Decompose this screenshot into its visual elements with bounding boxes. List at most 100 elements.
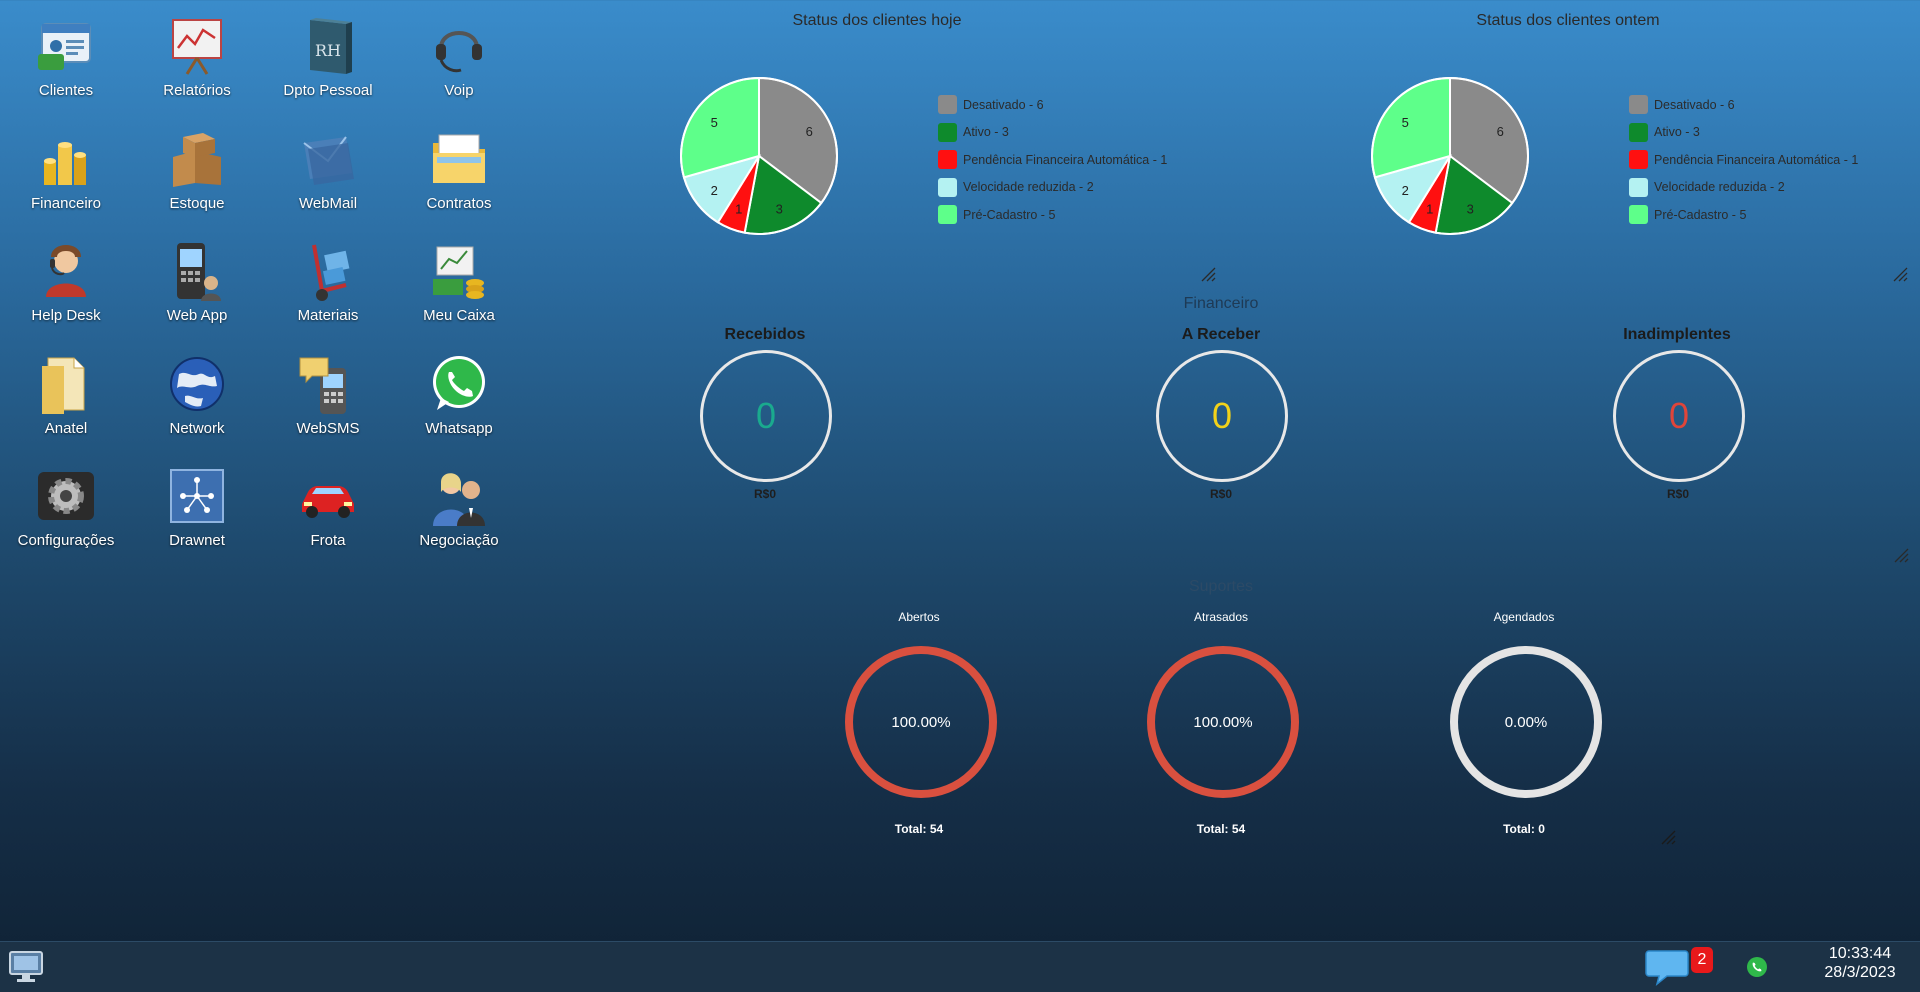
recebidos-circle: 0: [700, 350, 832, 482]
clock-time: 10:33:44: [1828, 945, 1892, 962]
pie-slice-label: 6: [1497, 124, 1504, 139]
helpdesk-person-icon: [46, 245, 86, 297]
pie-slice-label: 6: [806, 124, 813, 139]
legend-item[interactable]: Pendência Financeira Automática - 1: [1629, 146, 1858, 174]
car-icon: [302, 486, 354, 518]
legend-label: Pré-Cadastro - 5: [963, 207, 1056, 222]
desktop-icon-label: WebMail: [298, 194, 358, 212]
legend-item[interactable]: Desativado - 6: [1629, 91, 1858, 119]
pie-slice-label: 5: [1402, 115, 1409, 130]
coins-icon: [44, 141, 86, 185]
legend-item[interactable]: Pendência Financeira Automática - 1: [938, 146, 1167, 174]
status-hoje-title: Status dos clientes hoje: [792, 12, 962, 29]
legend-label: Desativado - 6: [963, 97, 1044, 112]
desktop-icon-estoque[interactable]: Estoque: [132, 127, 262, 227]
mail-icon: [303, 135, 354, 185]
desktop-icon-label: Clientes: [38, 82, 94, 99]
legend-item[interactable]: Desativado - 6: [938, 91, 1167, 119]
desktop-icon-negociacao[interactable]: Negociação: [394, 464, 524, 564]
legend-item[interactable]: Pré-Cadastro - 5: [1629, 201, 1858, 229]
legend-item[interactable]: Ativo - 3: [1629, 119, 1858, 147]
chat-icon[interactable]: [1645, 947, 1689, 987]
legend-label: Pré-Cadastro - 5: [1654, 207, 1747, 222]
desktop-icon-whatsapp[interactable]: Whatsapp: [394, 352, 524, 452]
financeiro-title: Financeiro: [1183, 295, 1259, 312]
resize-handle-icon[interactable]: [1892, 266, 1908, 282]
legend-status-ontem: Desativado - 6 Ativo - 3 Pendência Finance…: [1629, 91, 1858, 229]
resize-handle-icon[interactable]: [1893, 547, 1909, 563]
desktop-icon-label: Drawnet: [169, 532, 225, 549]
legend-label: Velocidade reduzida - 2: [963, 180, 1094, 195]
legend-swatch: [1629, 95, 1648, 115]
desktop-icon-help-desk[interactable]: Help Desk: [1, 239, 131, 339]
desktop-icon-label: Contratos: [426, 194, 492, 212]
legend-label: Ativo - 3: [1654, 125, 1700, 140]
boxes-icon: [173, 132, 221, 187]
desktop-icon-meu-caixa[interactable]: Meu Caixa: [394, 239, 524, 339]
taskbar: 2 10:33:44 28/3/2023: [0, 941, 1920, 992]
folder-icon: [433, 134, 485, 183]
hand-truck-icon: [312, 244, 350, 301]
desktop-icon-contratos[interactable]: Contratos: [394, 127, 524, 227]
document-folder-icon: [42, 357, 85, 414]
desktop-icon-label: Frota: [310, 532, 346, 549]
agendados-percent: 0.00%: [1504, 713, 1548, 731]
people-icon: [433, 473, 485, 526]
desktop-icon-label: Network: [169, 419, 225, 437]
rh-book-icon: RH: [310, 18, 352, 74]
desktop-icon-relatorios[interactable]: Relatórios: [132, 14, 262, 114]
desktop-icon-clientes[interactable]: Clientes: [1, 14, 131, 114]
inadimplentes-value: 0: [1668, 395, 1690, 436]
status-ontem-title: Status dos clientes ontem: [1476, 12, 1660, 29]
a-receber-value: 0: [1211, 395, 1233, 436]
legend-label: Ativo - 3: [963, 125, 1009, 140]
show-desktop-icon[interactable]: [8, 950, 44, 984]
legend-item[interactable]: Velocidade reduzida - 2: [938, 174, 1167, 202]
legend-swatch: [938, 150, 957, 170]
legend-status-hoje: Desativado - 6 Ativo - 3 Pendência Finance…: [938, 91, 1167, 229]
svg-text:RH: RH: [315, 41, 341, 60]
desktop-icon-label: Dpto Pessoal: [283, 82, 373, 99]
globe-icon: [170, 356, 224, 411]
legend-item[interactable]: Velocidade reduzida - 2: [1629, 174, 1858, 202]
desktop-icon-materiais[interactable]: Materiais: [263, 239, 393, 339]
clock-date: 28/3/2023: [1824, 964, 1896, 981]
desktop-icon-drawnet[interactable]: Drawnet: [132, 464, 262, 564]
desktop-icon-anatel[interactable]: Anatel: [1, 352, 131, 452]
report-board-icon: [172, 19, 222, 75]
whatsapp-icon: [433, 355, 485, 410]
desktop-icon-label: Whatsapp: [425, 419, 493, 437]
legend-swatch: [938, 205, 957, 225]
legend-item[interactable]: Pré-Cadastro - 5: [938, 201, 1167, 229]
desktop-icon-webmail[interactable]: WebMail: [263, 127, 393, 227]
desktop-icon-network[interactable]: Network: [132, 352, 262, 452]
desktop-icon-financeiro[interactable]: Financeiro: [1, 127, 131, 227]
atrasados-ring: 100.00%: [1147, 646, 1299, 798]
inadimplentes-amount: R$0: [1666, 487, 1689, 501]
cash-register-icon: [433, 246, 484, 299]
desktop-icon-voip[interactable]: Voip: [394, 14, 524, 114]
pie-slice-label: 2: [711, 183, 718, 198]
recebidos-amount: R$0: [753, 487, 776, 501]
desktop-icon-dpto-pessoal[interactable]: RH Dpto Pessoal: [263, 14, 393, 114]
legend-item[interactable]: Ativo - 3: [938, 119, 1167, 147]
legend-swatch: [1629, 150, 1648, 170]
legend-swatch: [1629, 122, 1648, 142]
desktop-icon-frota[interactable]: Frota: [263, 464, 393, 564]
whatsapp-icon[interactable]: [1746, 956, 1768, 978]
inadimplentes-label: Inadimplentes: [1623, 326, 1731, 343]
pie-slice-label: 3: [776, 201, 783, 216]
resize-handle-icon[interactable]: [1660, 829, 1676, 845]
desktop-icon-websms[interactable]: WebSMS: [263, 352, 393, 452]
abertos-ring: 100.00%: [845, 646, 997, 798]
desktop-icon-configuracoes[interactable]: Configurações: [1, 464, 131, 564]
legend-label: Desativado - 6: [1654, 97, 1735, 112]
chat-badge: 2: [1691, 947, 1713, 973]
desktop-icon-web-app[interactable]: Web App: [132, 239, 262, 339]
resize-handle-icon[interactable]: [1200, 266, 1216, 282]
agendados-total: Total: 0: [1503, 822, 1545, 836]
desktop-icon-label: Relatórios: [163, 82, 231, 99]
gear-icon: [38, 472, 94, 520]
desktop-icon-label: Materiais: [297, 307, 359, 324]
desktop-icon-label: Estoque: [169, 194, 225, 212]
